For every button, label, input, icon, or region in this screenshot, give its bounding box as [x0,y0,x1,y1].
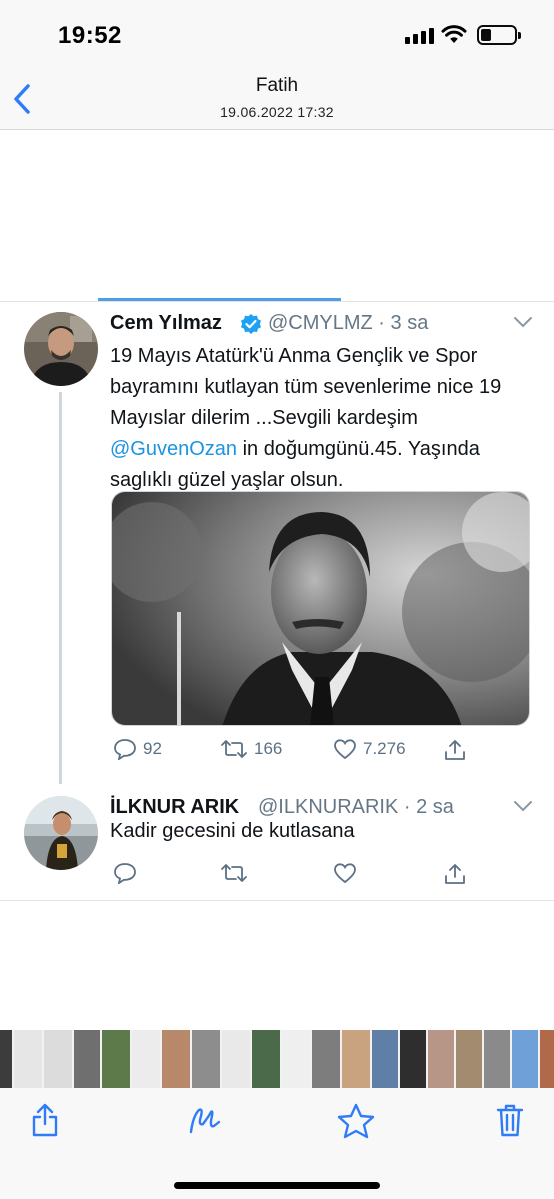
divider [0,900,554,901]
thumbnail[interactable] [282,1030,310,1088]
share-icon [445,740,465,760]
like-button[interactable]: 7.276 [333,738,406,760]
nav-title: Fatih [255,75,299,96]
thumbnail[interactable] [0,1030,12,1088]
thread-connector [59,392,62,784]
chevron-down-icon[interactable] [513,800,533,812]
thumbnail[interactable] [162,1030,190,1088]
thumbnail[interactable] [400,1030,426,1088]
home-indicator [174,1182,380,1189]
author-handle: @CMYLMZ · 3 sa [268,312,429,334]
heart-icon [334,863,356,884]
reply-count: 92 [143,739,162,758]
battery-icon [477,25,521,45]
thumbnail[interactable] [540,1030,554,1088]
trash-icon[interactable] [495,1102,525,1138]
thumbnail[interactable] [252,1030,280,1088]
thumbnail[interactable] [456,1030,482,1088]
favorite-star-icon[interactable] [336,1102,376,1140]
author-handle: @ILKNURARIK · 2 sa [258,796,454,818]
share-icon [445,864,465,884]
retweet-button[interactable]: 166 [220,738,282,760]
retweet-button[interactable] [220,862,248,884]
share-button[interactable] [443,738,467,762]
tweet-photo[interactable] [111,491,530,726]
nav-timestamp: 19.06.2022 17:32 [220,104,334,120]
chevron-down-icon[interactable] [513,316,533,328]
tweet-text: Kadir gecesini de kutlasana [110,820,355,842]
thumbnail[interactable] [192,1030,220,1088]
heart-icon [334,739,356,760]
thumbnail[interactable] [44,1030,72,1088]
share-button[interactable] [443,862,467,886]
like-count: 7.276 [363,739,406,758]
thumbnail[interactable] [222,1030,250,1088]
author-name[interactable]: İLKNUR ARIK [110,796,239,819]
reply-icon [114,863,136,884]
thumbnail[interactable] [342,1030,370,1088]
retweet-icon [221,864,247,882]
author-name[interactable]: Cem Yılmaz [110,312,222,335]
wifi-icon [441,25,467,43]
reply-button[interactable] [113,862,137,884]
thumbnail[interactable] [14,1030,42,1088]
thumbnail[interactable] [132,1030,160,1088]
share-icon[interactable] [30,1102,60,1138]
verified-badge-icon [241,314,261,334]
photo-filmstrip[interactable] [0,1030,554,1088]
retweet-icon [221,740,247,758]
like-button[interactable] [333,862,357,884]
markup-icon[interactable] [187,1102,223,1138]
mention-link[interactable]: @GuvenOzan [110,438,237,460]
cellular-signal-icon [405,28,434,44]
retweet-count: 166 [254,739,283,758]
avatar[interactable] [24,796,98,870]
reply-icon [114,739,136,760]
thumbnail[interactable] [312,1030,340,1088]
thumbnail[interactable] [428,1030,454,1088]
thumbnail[interactable] [102,1030,130,1088]
thumbnail[interactable] [484,1030,510,1088]
avatar[interactable] [24,312,98,386]
status-bar: 19:52 [0,0,554,72]
thumbnail[interactable] [74,1030,100,1088]
reply-button[interactable]: 92 [113,738,162,760]
thumbnail[interactable] [512,1030,538,1088]
divider [0,301,554,302]
status-time: 19:52 [58,22,122,49]
thumbnail[interactable] [372,1030,398,1088]
tweet-text: 19 Mayıs Atatürk'ü Anma Gençlik ve Spor … [110,345,502,491]
nav-bar: Fatih 19.06.2022 17:32 [0,72,554,130]
